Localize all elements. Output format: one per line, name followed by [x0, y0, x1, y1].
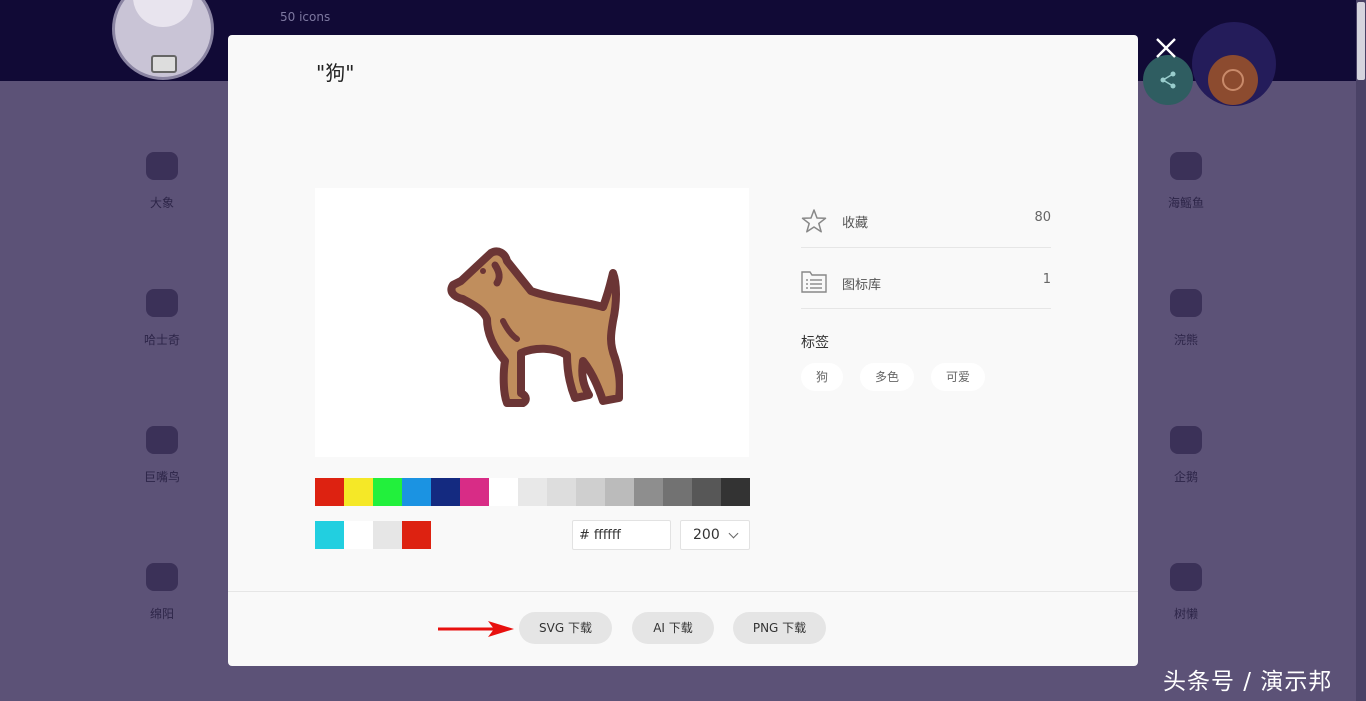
color-swatch[interactable] — [431, 478, 460, 506]
dog-eye — [480, 268, 486, 274]
favorites-row: 收藏 80 — [801, 188, 1051, 248]
hash-symbol: # — [579, 527, 590, 543]
color-swatch[interactable] — [547, 478, 576, 506]
modal-title: "狗" — [316, 61, 355, 85]
stingray-icon — [1170, 152, 1202, 180]
color-swatch[interactable] — [576, 478, 605, 506]
bg-icon-label: 大象 — [149, 196, 174, 210]
color-swatch[interactable] — [489, 478, 518, 506]
recent-color-swatch[interactable] — [344, 521, 373, 549]
recent-color-swatch[interactable] — [373, 521, 402, 549]
size-value: 200 — [693, 527, 720, 543]
bg-icon-label: 树懒 — [1173, 607, 1198, 621]
bg-icon-item[interactable]: 大象 — [132, 152, 192, 211]
hex-value: ffffff — [593, 527, 621, 543]
color-swatch[interactable] — [373, 478, 402, 506]
red-arrow-annotation — [438, 621, 514, 637]
bg-icon-label: 浣熊 — [1173, 333, 1198, 347]
share-button[interactable] — [1143, 55, 1193, 105]
bg-icon-item[interactable]: 企鹅 — [1156, 426, 1216, 485]
bg-icon-label: 哈士奇 — [143, 333, 180, 347]
bg-icon-item[interactable]: 巨嘴鸟 — [132, 426, 192, 485]
elephant-icon — [146, 152, 178, 180]
share-icon — [1160, 71, 1176, 89]
color-swatch[interactable] — [692, 478, 721, 506]
library-row: 图标库 1 — [801, 249, 1051, 309]
tag-multicolor[interactable]: 多色 — [860, 363, 915, 391]
mascot-box — [151, 55, 177, 73]
bg-icon-item[interactable]: 海鳐鱼 — [1156, 152, 1216, 211]
tag-cute[interactable]: 可爱 — [931, 363, 986, 391]
color-swatch[interactable] — [605, 478, 634, 506]
scrollbar-thumb[interactable] — [1357, 2, 1365, 80]
bg-icon-item[interactable]: 浣熊 — [1156, 289, 1216, 348]
bg-icon-item[interactable]: 哈士奇 — [132, 289, 192, 348]
bg-icon-item[interactable]: 绵阳 — [132, 563, 192, 622]
recent-color-swatch[interactable] — [402, 521, 431, 549]
color-swatch[interactable] — [634, 478, 663, 506]
modal-divider — [228, 591, 1138, 592]
star-icon[interactable] — [801, 208, 827, 234]
library-label[interactable]: 图标库 — [842, 274, 881, 293]
bg-icon-item[interactable]: 树懒 — [1156, 563, 1216, 622]
color-swatch[interactable] — [344, 478, 373, 506]
color-swatch[interactable] — [721, 478, 750, 506]
hex-color-input[interactable]: # ffffff — [572, 520, 671, 550]
dog-icon — [447, 247, 623, 407]
toucan-icon — [146, 426, 178, 454]
dog-body — [447, 247, 623, 407]
recent-colors — [315, 521, 431, 549]
recent-color-swatch[interactable] — [315, 521, 344, 549]
color-swatch[interactable] — [518, 478, 547, 506]
raccoon-icon — [1170, 289, 1202, 317]
color-swatch[interactable] — [663, 478, 692, 506]
icon-count: 50 icons — [280, 10, 331, 24]
bg-icon-label: 海鳐鱼 — [1167, 196, 1204, 210]
color-swatch[interactable] — [315, 478, 344, 506]
size-select[interactable]: 200 — [680, 520, 750, 550]
sheep-icon — [146, 563, 178, 591]
bg-icon-label: 绵阳 — [149, 607, 174, 621]
tags-title: 标签 — [801, 335, 829, 351]
svg-download-button[interactable]: SVG 下载 — [519, 612, 612, 644]
color-swatch[interactable] — [460, 478, 489, 506]
png-download-button[interactable]: PNG 下载 — [733, 612, 826, 644]
library-count: 1 — [1042, 272, 1051, 287]
favorites-label: 收藏 — [842, 216, 869, 231]
close-icon[interactable] — [1154, 36, 1178, 60]
ai-download-button[interactable]: AI 下载 — [632, 612, 714, 644]
bg-icon-label: 巨嘴鸟 — [143, 470, 180, 484]
collect-button[interactable] — [1208, 55, 1258, 105]
dog-ear — [491, 261, 503, 287]
husky-icon — [146, 289, 178, 317]
collect-icon — [1222, 69, 1244, 91]
icon-preview — [315, 188, 749, 457]
folder-list-icon[interactable] — [801, 269, 827, 293]
bg-icon-label: 企鹅 — [1173, 470, 1198, 484]
penguin-icon — [1170, 426, 1202, 454]
tag-list: 狗 多色 可爱 — [801, 363, 1002, 391]
scrollbar[interactable] — [1356, 0, 1366, 701]
icon-detail-modal: "狗" # ffffff 200 收藏 80 图标库 1 标签 狗 多色 可爱 … — [228, 35, 1138, 666]
tag-dog[interactable]: 狗 — [801, 363, 844, 391]
favorites-count: 80 — [1034, 210, 1051, 225]
sloth-icon — [1170, 563, 1202, 591]
color-palette — [315, 478, 750, 506]
color-swatch[interactable] — [402, 478, 431, 506]
watermark: 头条号 / 演示邦 — [1163, 669, 1333, 695]
mascot-face — [133, 0, 193, 27]
chevron-down-icon — [728, 528, 739, 539]
